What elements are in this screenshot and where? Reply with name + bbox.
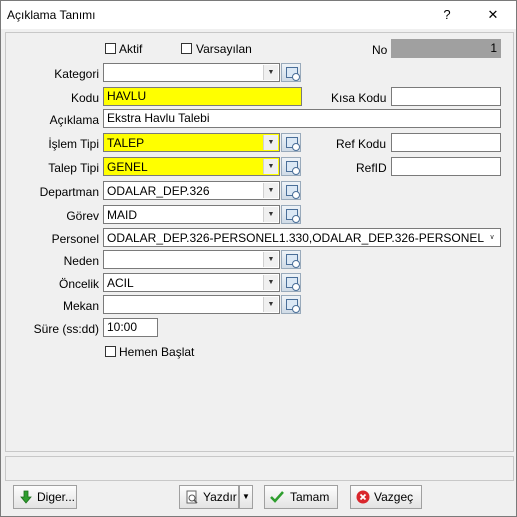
- dialog-window: Açıklama Tanımı ? ✕ Aktif Varsayılan No …: [0, 0, 517, 517]
- oncelik-value: ACIL: [107, 276, 134, 290]
- diger-label: Diger...: [37, 490, 76, 504]
- gorev-combo[interactable]: MAID ▼: [103, 205, 280, 224]
- form-panel: Aktif Varsayılan No 1 Kategori ▼ Kodu HA…: [5, 32, 514, 452]
- kodu-input[interactable]: HAVLU: [103, 87, 302, 106]
- hemen-baslat-checkbox[interactable]: [105, 346, 116, 357]
- chevron-down-icon[interactable]: ▼: [263, 183, 278, 198]
- aciklama-label: Açıklama: [49, 113, 99, 127]
- mekan-combo[interactable]: ▼: [103, 295, 280, 314]
- talep-tipi-label: Talep Tipi: [48, 161, 99, 175]
- sure-input[interactable]: 10:00: [103, 318, 158, 337]
- tamam-label: Tamam: [290, 490, 330, 504]
- refid-input[interactable]: [391, 157, 501, 176]
- mekan-lookup-icon[interactable]: [281, 295, 301, 314]
- aciklama-input[interactable]: Ekstra Havlu Talebi: [103, 109, 501, 128]
- kisa-kodu-label: Kısa Kodu: [331, 91, 387, 105]
- chevron-down-icon[interactable]: ▼: [263, 65, 278, 80]
- personel-label: Personel: [51, 232, 99, 246]
- chevron-down-icon: ▼: [242, 492, 250, 501]
- yazdir-dropdown-button[interactable]: ▼: [239, 485, 253, 509]
- chevron-down-icon[interactable]: ∨: [485, 230, 499, 245]
- mekan-label: Mekan: [62, 299, 99, 313]
- kategori-combo[interactable]: ▼: [103, 63, 280, 82]
- oncelik-label: Öncelik: [58, 277, 99, 291]
- sure-label: Süre (ss:dd): [33, 322, 99, 336]
- tamam-button[interactable]: Tamam: [264, 485, 338, 509]
- help-button[interactable]: ?: [431, 3, 463, 27]
- chevron-down-icon[interactable]: ▼: [263, 159, 278, 174]
- talep-tipi-combo[interactable]: GENEL ▼: [103, 157, 280, 176]
- chevron-down-icon[interactable]: ▼: [263, 297, 278, 312]
- close-button[interactable]: ✕: [477, 3, 509, 27]
- ref-kodu-label: Ref Kodu: [336, 137, 387, 151]
- islem-tipi-value: TALEP: [107, 136, 145, 150]
- neden-lookup-icon[interactable]: [281, 250, 301, 269]
- talep-tipi-lookup-icon[interactable]: [281, 157, 301, 176]
- cancel-icon: [356, 490, 370, 504]
- varsayilan-label: Varsayılan: [196, 42, 252, 56]
- no-field: 1: [391, 39, 501, 58]
- departman-value: ODALAR_DEP.326: [107, 184, 210, 198]
- gorev-value: MAID: [107, 208, 137, 222]
- oncelik-combo[interactable]: ACIL ▼: [103, 273, 280, 292]
- yazdir-label: Yazdır: [203, 490, 237, 504]
- varsayilan-checkbox[interactable]: [181, 43, 192, 54]
- talep-tipi-value: GENEL: [107, 160, 148, 174]
- hemen-baslat-label: Hemen Başlat: [119, 345, 195, 359]
- vazgec-button[interactable]: Vazgeç: [350, 485, 422, 509]
- aktif-label: Aktif: [119, 42, 143, 56]
- no-label: No: [372, 43, 388, 57]
- ref-kodu-input[interactable]: [391, 133, 501, 152]
- departman-combo[interactable]: ODALAR_DEP.326 ▼: [103, 181, 280, 200]
- neden-label: Neden: [63, 254, 99, 268]
- personel-value: ODALAR_DEP.326-PERSONEL1.330,ODALAR_DEP.…: [107, 231, 484, 245]
- kategori-label: Kategori: [54, 67, 99, 81]
- yazdir-button[interactable]: Yazdır: [179, 485, 239, 509]
- personel-combo[interactable]: ODALAR_DEP.326-PERSONEL1.330,ODALAR_DEP.…: [103, 228, 501, 247]
- chevron-down-icon[interactable]: ▼: [263, 135, 278, 150]
- islem-tipi-lookup-icon[interactable]: [281, 133, 301, 152]
- window-title: Açıklama Tanımı: [7, 8, 96, 22]
- arrow-down-icon: [20, 490, 32, 504]
- title-bar: Açıklama Tanımı ? ✕: [1, 1, 516, 29]
- kisa-kodu-input[interactable]: [391, 87, 501, 106]
- oncelik-lookup-icon[interactable]: [281, 273, 301, 292]
- departman-label: Departman: [39, 185, 99, 199]
- chevron-down-icon[interactable]: ▼: [263, 252, 278, 267]
- kategori-lookup-icon[interactable]: [281, 63, 301, 82]
- chevron-down-icon[interactable]: ▼: [263, 275, 278, 290]
- chevron-down-icon[interactable]: ▼: [263, 207, 278, 222]
- vazgec-label: Vazgeç: [374, 490, 414, 504]
- diger-button[interactable]: Diger...: [13, 485, 77, 509]
- aktif-checkbox[interactable]: [105, 43, 116, 54]
- gorev-lookup-icon[interactable]: [281, 205, 301, 224]
- islem-tipi-label: İşlem Tipi: [48, 137, 99, 151]
- kodu-label: Kodu: [70, 91, 99, 105]
- gorev-label: Görev: [66, 209, 99, 223]
- islem-tipi-combo[interactable]: TALEP ▼: [103, 133, 280, 152]
- departman-lookup-icon[interactable]: [281, 181, 301, 200]
- neden-combo[interactable]: ▼: [103, 250, 280, 269]
- print-preview-icon: [186, 490, 198, 504]
- refid-label: RefID: [356, 161, 387, 175]
- checkmark-icon: [270, 491, 284, 503]
- status-bar: [5, 456, 514, 481]
